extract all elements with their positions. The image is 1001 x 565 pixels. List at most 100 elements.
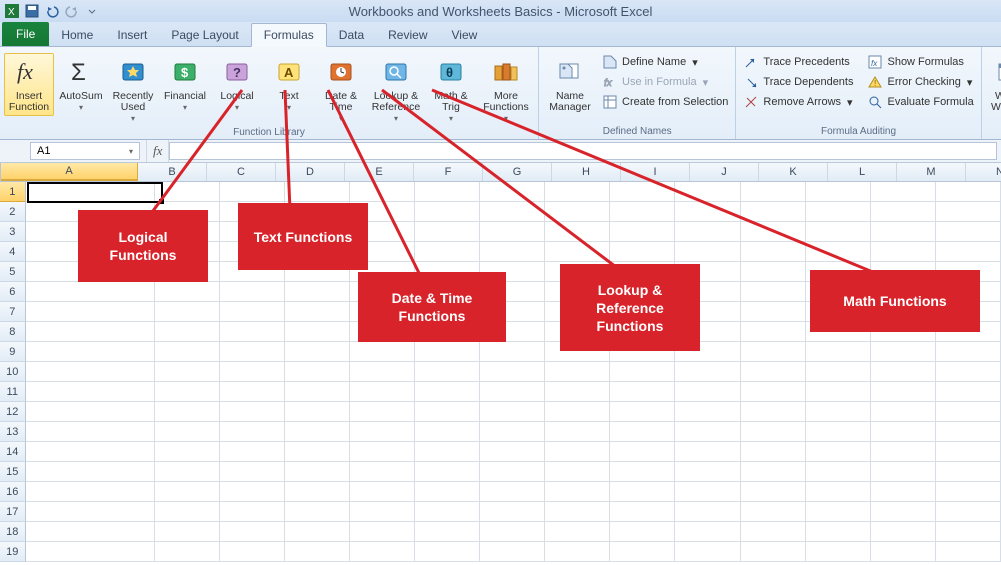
- cell[interactable]: [26, 262, 155, 282]
- more-functions-button[interactable]: More Functions▾: [478, 53, 534, 127]
- row-header[interactable]: 4: [0, 242, 26, 262]
- cell[interactable]: [220, 382, 285, 402]
- column-header[interactable]: J: [690, 163, 759, 181]
- redo-icon[interactable]: [64, 3, 80, 19]
- chevron-down-icon[interactable]: ▾: [129, 147, 133, 156]
- cell[interactable]: [936, 262, 1001, 282]
- row-header[interactable]: 13: [0, 422, 26, 442]
- cell[interactable]: [350, 302, 415, 322]
- cell[interactable]: [480, 222, 545, 242]
- column-header[interactable]: L: [828, 163, 897, 181]
- cell[interactable]: [871, 422, 936, 442]
- cell[interactable]: [480, 542, 545, 562]
- cell[interactable]: [610, 462, 675, 482]
- cell[interactable]: [480, 242, 545, 262]
- cell[interactable]: [610, 182, 675, 202]
- cell[interactable]: [480, 382, 545, 402]
- cell[interactable]: [26, 382, 155, 402]
- cell[interactable]: [741, 182, 806, 202]
- column-header[interactable]: B: [138, 163, 207, 181]
- cell[interactable]: [285, 382, 350, 402]
- cell[interactable]: [545, 242, 610, 262]
- cell[interactable]: [415, 522, 480, 542]
- cell[interactable]: [806, 182, 871, 202]
- cell[interactable]: [155, 362, 220, 382]
- recently-used-button[interactable]: Recently Used▾: [108, 53, 158, 127]
- cell[interactable]: [480, 522, 545, 542]
- cell[interactable]: [415, 382, 480, 402]
- cell[interactable]: [480, 302, 545, 322]
- cell[interactable]: [806, 462, 871, 482]
- cell[interactable]: [415, 202, 480, 222]
- trace-precedents-button[interactable]: Trace Precedents: [740, 53, 856, 71]
- cell[interactable]: [806, 322, 871, 342]
- cell[interactable]: [350, 262, 415, 282]
- row-header[interactable]: 5: [0, 262, 26, 282]
- cell[interactable]: [545, 342, 610, 362]
- cell[interactable]: [415, 462, 480, 482]
- cell[interactable]: [285, 422, 350, 442]
- cell[interactable]: [610, 322, 675, 342]
- cell[interactable]: [741, 322, 806, 342]
- cell[interactable]: [155, 322, 220, 342]
- cell[interactable]: [285, 202, 350, 222]
- cell[interactable]: [871, 502, 936, 522]
- cell[interactable]: [285, 222, 350, 242]
- cell[interactable]: [415, 342, 480, 362]
- cell[interactable]: [936, 362, 1001, 382]
- row-header[interactable]: 2: [0, 202, 26, 222]
- row-header[interactable]: 14: [0, 442, 26, 462]
- tab-review[interactable]: Review: [376, 24, 439, 46]
- cell[interactable]: [480, 342, 545, 362]
- cell[interactable]: [155, 282, 220, 302]
- error-checking-button[interactable]: ! Error Checking▾: [864, 73, 976, 91]
- cell[interactable]: [545, 462, 610, 482]
- cell[interactable]: [741, 202, 806, 222]
- cell[interactable]: [936, 522, 1001, 542]
- cell[interactable]: [806, 482, 871, 502]
- cell[interactable]: [806, 302, 871, 322]
- column-header[interactable]: E: [345, 163, 414, 181]
- cell[interactable]: [936, 182, 1001, 202]
- evaluate-formula-button[interactable]: Evaluate Formula: [864, 93, 976, 111]
- cell[interactable]: [415, 322, 480, 342]
- cell[interactable]: [741, 442, 806, 462]
- cell[interactable]: [285, 502, 350, 522]
- cell[interactable]: [936, 282, 1001, 302]
- cell[interactable]: [350, 442, 415, 462]
- watch-window-button[interactable]: Watch Window: [986, 53, 1001, 116]
- cell[interactable]: [285, 342, 350, 362]
- cell[interactable]: [545, 182, 610, 202]
- cell[interactable]: [155, 542, 220, 562]
- cell[interactable]: [675, 542, 740, 562]
- autosum-button[interactable]: Σ AutoSum▾: [56, 53, 106, 116]
- cell[interactable]: [806, 282, 871, 302]
- cell[interactable]: [675, 442, 740, 462]
- cell[interactable]: [545, 482, 610, 502]
- cell[interactable]: [545, 302, 610, 322]
- cell[interactable]: [155, 182, 220, 202]
- cell[interactable]: [350, 542, 415, 562]
- cell[interactable]: [26, 522, 155, 542]
- cell[interactable]: [415, 222, 480, 242]
- cell[interactable]: [545, 262, 610, 282]
- cell[interactable]: [155, 402, 220, 422]
- cell[interactable]: [675, 422, 740, 442]
- cell[interactable]: [220, 362, 285, 382]
- row-header[interactable]: 8: [0, 322, 26, 342]
- cell[interactable]: [350, 242, 415, 262]
- column-header[interactable]: M: [897, 163, 966, 181]
- cell[interactable]: [220, 402, 285, 422]
- cell[interactable]: [610, 542, 675, 562]
- cell[interactable]: [155, 222, 220, 242]
- column-header[interactable]: I: [621, 163, 690, 181]
- cell[interactable]: [26, 422, 155, 442]
- row-header[interactable]: 15: [0, 462, 26, 482]
- cell[interactable]: [26, 222, 155, 242]
- cell[interactable]: [610, 262, 675, 282]
- cell[interactable]: [610, 242, 675, 262]
- cell[interactable]: [26, 462, 155, 482]
- row-header[interactable]: 7: [0, 302, 26, 322]
- row-header[interactable]: 17: [0, 502, 26, 522]
- cell[interactable]: [871, 262, 936, 282]
